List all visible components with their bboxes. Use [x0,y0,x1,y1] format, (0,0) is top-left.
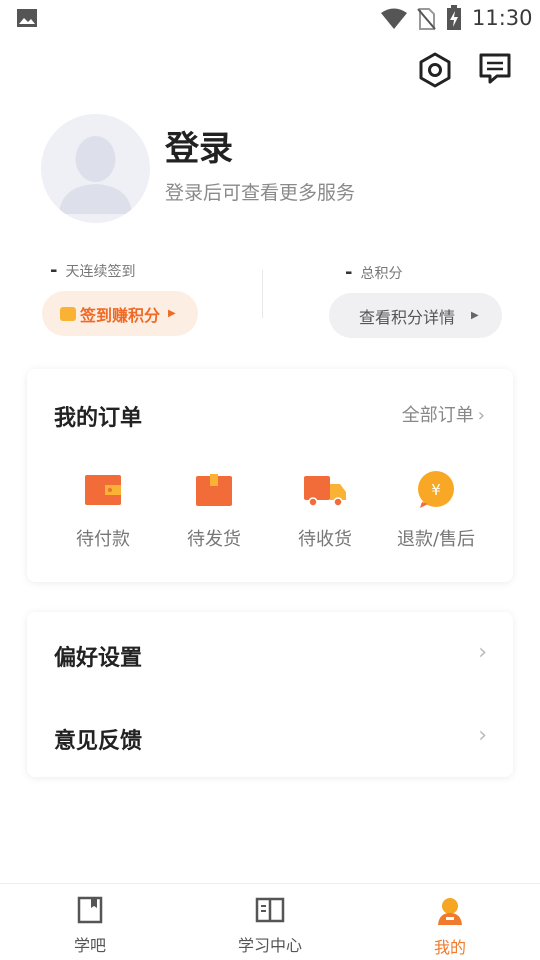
coin-icon [60,306,76,321]
message-icon[interactable] [477,51,513,87]
play-arrow-icon: ▶ [471,310,479,321]
checkin-count-value: - [50,260,58,281]
settings-card: 偏好设置 › 意见反馈 › [27,612,513,777]
points-count-value: - [345,262,353,283]
status-time: 11:30 [472,6,533,30]
package-icon [196,474,232,506]
login-title[interactable]: 登录 [165,121,233,170]
no-sim-icon [417,8,436,30]
chevron-right-icon: › [477,405,485,426]
preference-settings-label: 偏好设置 [54,646,143,671]
order-item-label: 待收货 [298,529,352,550]
nav-label: 我的 [433,938,466,957]
status-bar: 11:30 [0,0,540,36]
nav-tab-xueba[interactable]: 学吧 [30,896,150,956]
chevron-right-icon: › [478,723,487,748]
default-avatar-icon [59,136,132,214]
bottom-nav: 学吧 学习中心 我的 [0,883,540,960]
points-count-label: 总积分 [360,266,403,282]
orders-card: 我的订单 全部订单 › 待付款 待发货 待收货 ¥ 退款/售后 [27,369,513,582]
stats-divider [262,270,263,318]
wifi-icon [381,8,407,29]
order-item-label: 待发货 [187,529,241,550]
refund-icon: ¥ [418,471,454,508]
feedback-label: 意见反馈 [54,729,143,754]
settings-icon[interactable] [416,51,454,89]
order-refund[interactable]: ¥ 退款/售后 [386,469,486,551]
svg-text:¥: ¥ [431,481,441,499]
login-subtitle: 登录后可查看更多服务 [165,182,356,204]
order-pending-payment[interactable]: 待付款 [53,469,153,551]
checkin-count-label: 天连续签到 [65,264,136,280]
user-icon [438,898,462,925]
truck-icon [304,476,346,507]
avatar[interactable] [41,114,150,223]
checkin-button-label: 签到赚积分 [80,305,161,325]
all-orders-label: 全部订单 [401,405,474,426]
book-icon [77,896,103,924]
feedback-row[interactable]: 意见反馈 › [27,723,513,763]
order-pending-receipt[interactable]: 待收货 [275,469,375,551]
nav-label: 学吧 [73,936,106,955]
nav-label: 学习中心 [237,936,302,955]
nav-tab-mine[interactable]: 我的 [390,896,510,958]
all-orders-link[interactable]: 全部订单 › [402,401,485,427]
order-pending-shipment[interactable]: 待发货 [164,469,264,551]
points-detail-label: 查看积分详情 [359,307,456,327]
battery-charging-icon [447,5,461,30]
orders-title: 我的订单 [54,406,143,431]
nav-tab-learning-center[interactable]: 学习中心 [210,896,330,956]
order-item-label: 退款/售后 [396,529,476,550]
image-notification-icon [17,9,37,27]
checkin-count: - 天连续签到 [50,260,135,281]
play-arrow-icon: ▶ [168,308,176,319]
open-book-icon [255,897,285,923]
wallet-icon [85,475,121,505]
checkin-button[interactable]: 签到赚积分 ▶ [42,291,198,336]
order-item-label: 待付款 [76,529,130,550]
points-count: - 总积分 [345,262,402,283]
preference-settings-row[interactable]: 偏好设置 › [27,640,513,680]
chevron-right-icon: › [478,640,487,665]
points-detail-button[interactable]: 查看积分详情 ▶ [329,293,502,338]
